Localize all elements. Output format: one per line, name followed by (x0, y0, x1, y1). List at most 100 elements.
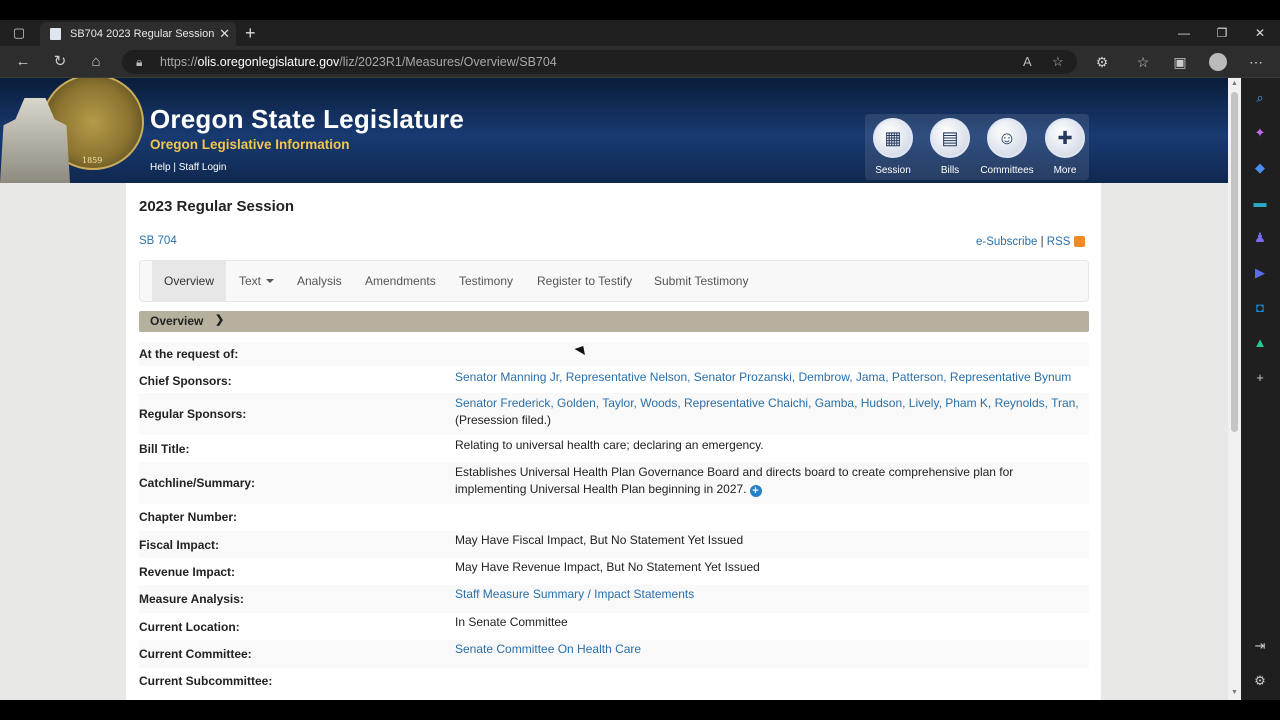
staff-login-link[interactable]: Staff Login (179, 162, 227, 173)
rss-link[interactable]: RSS (1047, 236, 1071, 248)
back-icon[interactable]: ← (12, 52, 34, 72)
row-label: Fiscal Impact: (139, 538, 220, 552)
tab-amendments[interactable]: Amendments (353, 261, 448, 301)
new-tab-icon[interactable]: + (245, 20, 256, 46)
overview-section-header[interactable]: Overview ❯ (139, 311, 1089, 332)
bill-link[interactable]: SB 704 (139, 235, 177, 247)
committee-link[interactable]: Senate Committee On Health Care (455, 642, 641, 656)
esubscribe-link[interactable]: e-Subscribe (976, 236, 1037, 248)
url-path: /liz/2023R1/Measures/Overview/SB704 (339, 55, 557, 69)
row-bill-title: Bill Title: Relating to universal health… (139, 435, 1089, 462)
measure-tabs: Overview Text Analysis Amendments Testim… (139, 260, 1089, 302)
chief-sponsors-links[interactable]: Senator Manning Jr, Representative Nelso… (455, 370, 1071, 384)
row-label: Bill Title: (139, 442, 190, 456)
add-sidebar-icon[interactable]: + (1252, 370, 1268, 386)
site-banner: 1859 Oregon State Legislature Oregon Leg… (0, 78, 1228, 183)
site-subtitle: Oregon Legislative Information (150, 137, 350, 152)
row-label: Measure Analysis: (139, 592, 244, 606)
scrollbar-thumb[interactable] (1231, 92, 1238, 432)
tab-analysis[interactable]: Analysis (285, 261, 354, 301)
close-window-icon[interactable]: ✕ (1240, 20, 1280, 46)
row-current-committee: Current Committee: Senate Committee On H… (139, 640, 1089, 668)
home-icon[interactable]: ⌂ (85, 52, 107, 72)
nav-more[interactable]: ✚ More (1037, 118, 1093, 176)
tab-title: SB704 2023 Regular Session - Oregon (70, 28, 218, 40)
outlook-icon[interactable]: ◘ (1252, 300, 1268, 316)
edge-sidebar: ⌕ ✦ ◆ ▬ ♟ ▶ ◘ ▲ + ⇥ ⚙ (1241, 78, 1280, 700)
tab-submit-label: Submit Testimony (654, 274, 749, 288)
scroll-down-icon[interactable]: ▼ (1228, 687, 1241, 699)
row-label: Chief Sponsors: (139, 374, 232, 388)
address-bar[interactable]: 🔒︎ https://olis.oregonlegislature.gov/li… (122, 50, 1077, 74)
restore-icon[interactable]: ❐ (1202, 20, 1242, 46)
bing-icon[interactable]: ▶ (1252, 265, 1268, 281)
copilot-icon[interactable]: ✦ (1252, 125, 1268, 141)
browser-tab[interactable]: SB704 2023 Regular Session - Oregon ✕ (40, 22, 236, 46)
tab-register-to-testify[interactable]: Register to Testify (525, 261, 644, 301)
row-label: Current Location: (139, 620, 240, 634)
tab-text-label: Text (239, 274, 262, 288)
subscribe-links: e-Subscribe | RSS (976, 236, 1086, 248)
nav-committees[interactable]: ☺ Committees (979, 118, 1035, 176)
session-title: 2023 Regular Session (139, 198, 295, 215)
tab-submit-testimony[interactable]: Submit Testimony (642, 261, 760, 301)
help-links: Help | Staff Login (150, 162, 226, 173)
people-icon: ☺ (987, 118, 1027, 158)
help-separator: | (173, 162, 176, 173)
tab-amendments-label: Amendments (365, 274, 436, 288)
page-favicon-icon (50, 28, 61, 40)
seal-area: 1859 (0, 78, 145, 183)
chevron-down-icon: ❯ (215, 314, 225, 326)
extensions-icon[interactable]: ⚙ (1092, 52, 1112, 72)
url-host: olis.oregonlegislature.gov (197, 55, 340, 69)
drop-icon[interactable]: ▲ (1252, 335, 1268, 351)
subscribe-separator: | (1040, 236, 1044, 248)
expand-plus-icon[interactable]: + (749, 485, 762, 497)
plus-document-icon: ✚ (1045, 118, 1085, 158)
row-revenue-impact: Revenue Impact: May Have Revenue Impact,… (139, 558, 1089, 585)
nav-session-label: Session (875, 165, 911, 176)
lock-icon: 🔒︎ (136, 55, 143, 69)
rss-icon[interactable] (1074, 236, 1086, 247)
tab-text[interactable]: Text (227, 261, 286, 301)
profile-avatar[interactable] (1209, 53, 1227, 71)
help-link[interactable]: Help (150, 162, 171, 173)
tab-overview[interactable]: Overview (152, 261, 227, 301)
favorites-icon[interactable]: ☆ (1133, 52, 1153, 72)
shopping-tag-icon[interactable]: ◆ (1252, 160, 1268, 176)
row-label: Chapter Number: (139, 510, 238, 524)
regular-sponsors-links[interactable]: Senator Frederick, Golden, Taylor, Woods… (455, 396, 1079, 410)
row-chapter-number: Chapter Number: (139, 504, 1089, 531)
games-icon[interactable]: ♟ (1252, 230, 1268, 246)
site-title[interactable]: Oregon State Legislature (150, 104, 464, 135)
tab-overview-label: Overview (164, 274, 215, 288)
refresh-icon[interactable]: ↻ (49, 52, 71, 72)
read-aloud-icon[interactable]: A (1023, 50, 1032, 74)
search-icon[interactable]: ⌕ (1252, 90, 1268, 106)
browser-toolbar: ← ↻ ⌂ 🔒︎ https://olis.oregonlegislature.… (0, 46, 1280, 78)
row-label: Regular Sponsors: (139, 407, 247, 421)
nav-session[interactable]: ▦ Session (865, 118, 921, 176)
document-icon: ▤ (930, 118, 970, 158)
tab-testimony[interactable]: Testimony (447, 261, 525, 301)
presession-note: (Presession filed.) (455, 413, 552, 427)
row-catchline: Catchline/Summary: Establishes Universal… (139, 462, 1089, 504)
add-favorite-icon[interactable]: ☆ (1052, 50, 1064, 74)
catchline-text: Establishes Universal Health Plan Govern… (455, 465, 1014, 496)
tab-actions-icon[interactable]: ▢ (8, 25, 30, 41)
row-fiscal-impact: Fiscal Impact: May Have Fiscal Impact, B… (139, 531, 1089, 558)
collections-icon[interactable]: ▣ (1170, 52, 1190, 72)
settings-more-icon[interactable]: ⋯ (1246, 52, 1266, 72)
sidebar-settings-icon[interactable]: ⚙ (1252, 673, 1268, 689)
hide-sidebar-icon[interactable]: ⇥ (1252, 638, 1268, 654)
row-regular-sponsors: Regular Sponsors: Senator Frederick, Gol… (139, 393, 1089, 435)
scroll-up-icon[interactable]: ▲ (1228, 78, 1241, 90)
minimize-icon[interactable]: — (1164, 20, 1204, 46)
row-label: Catchline/Summary: (139, 476, 256, 490)
nav-bills[interactable]: ▤ Bills (922, 118, 978, 176)
seal-year: 1859 (82, 156, 103, 165)
close-tab-icon[interactable]: ✕ (219, 22, 230, 46)
tools-icon[interactable]: ▬ (1252, 195, 1268, 211)
page-scrollbar[interactable]: ▲ ▼ (1228, 78, 1241, 700)
staff-measure-summary-link[interactable]: Staff Measure Summary / Impact Statement… (455, 587, 694, 601)
